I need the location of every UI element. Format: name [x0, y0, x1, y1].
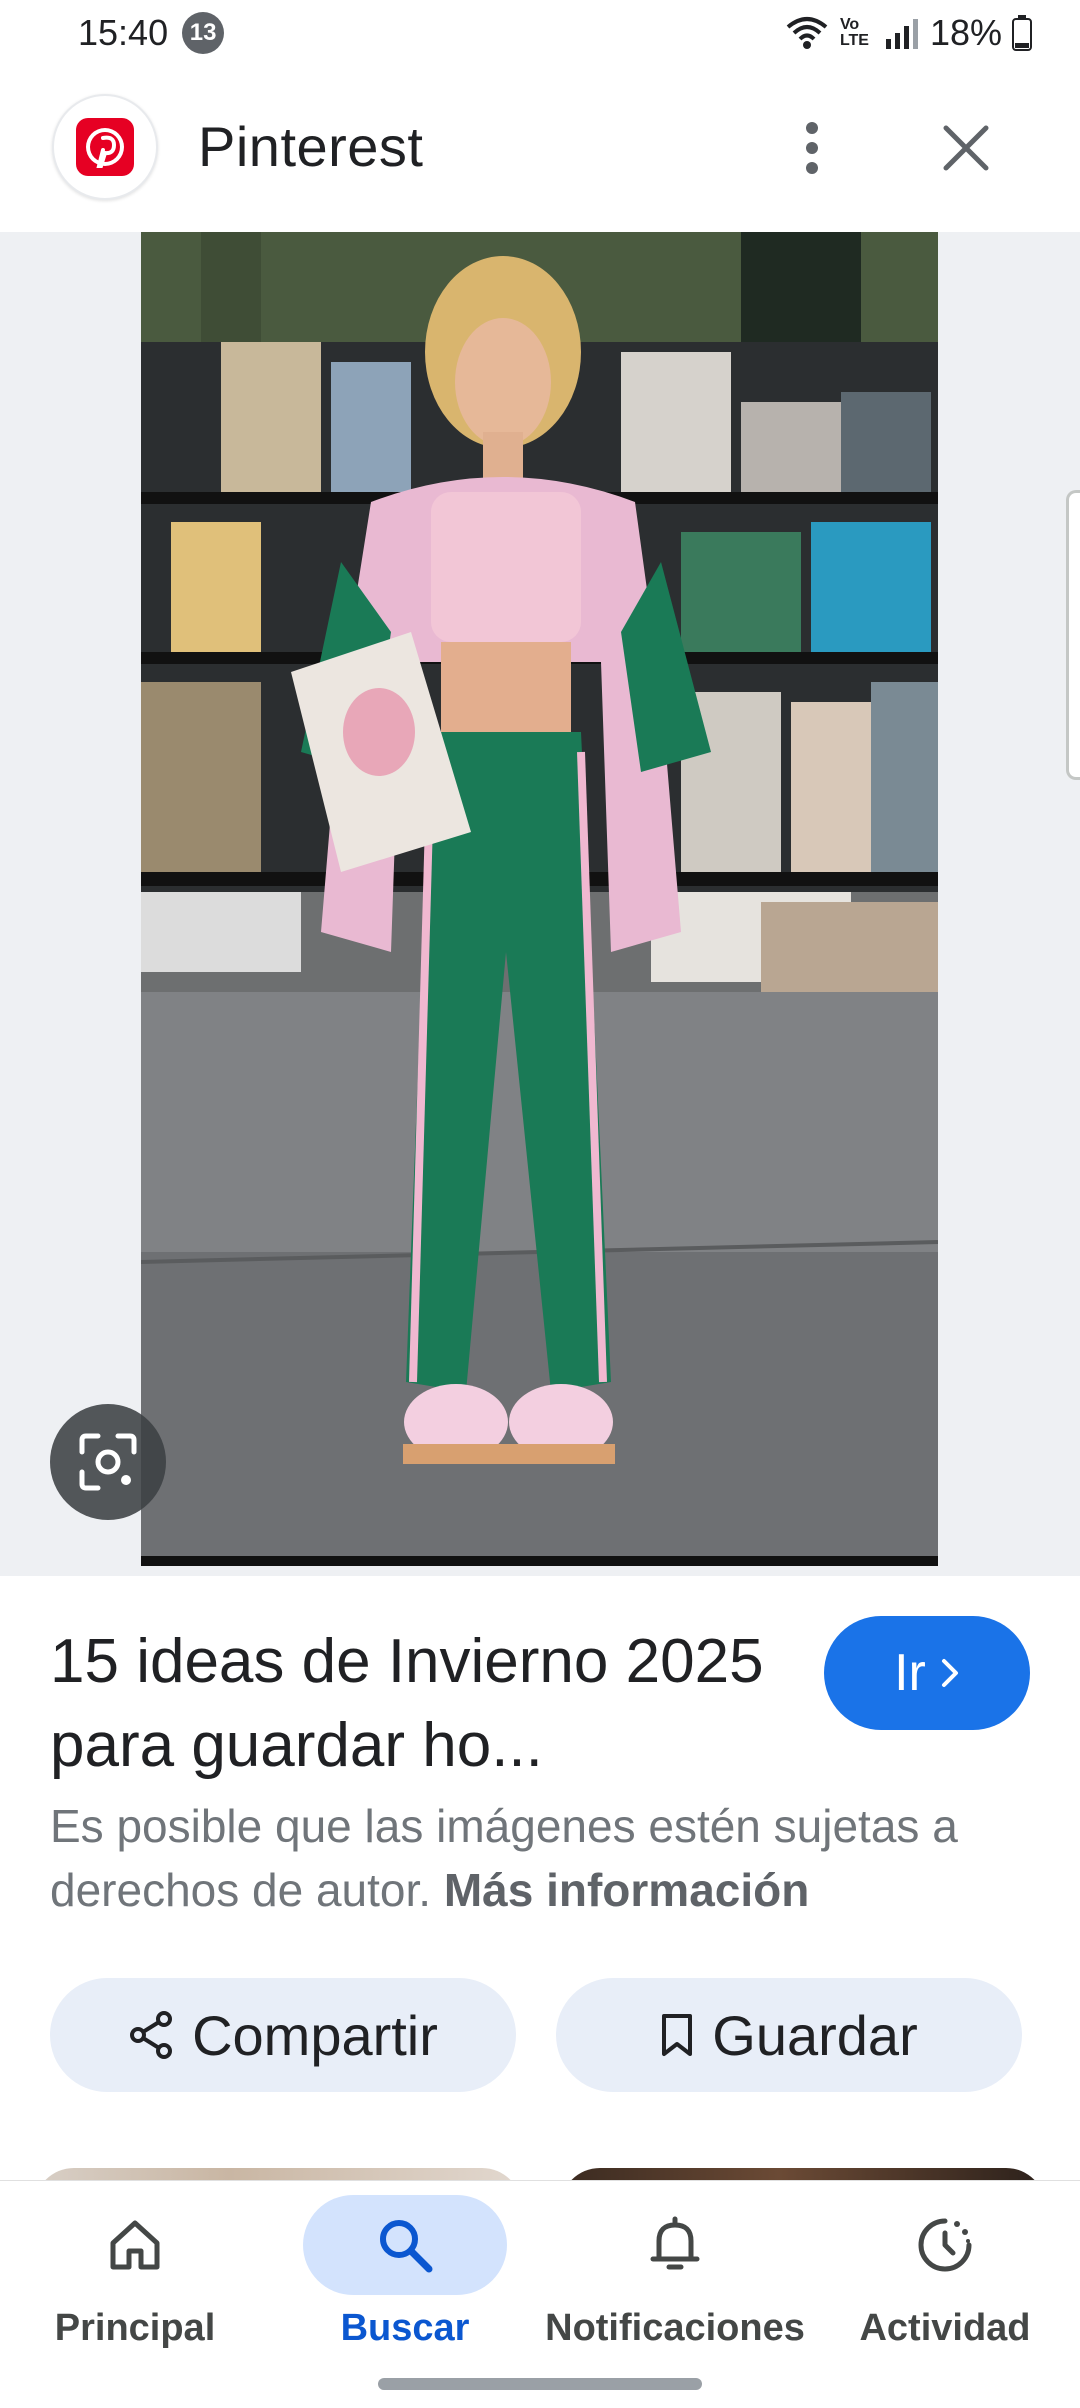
close-button[interactable]: [928, 110, 1004, 186]
google-lens-icon: [79, 1433, 137, 1491]
status-bar: 15:40 13 Vo LTE 18%: [0, 0, 1080, 66]
side-scroll-handle[interactable]: [1066, 490, 1080, 780]
more-vert-icon: [806, 122, 818, 174]
share-label: Compartir: [192, 2003, 438, 2067]
nav-item-actividad[interactable]: Actividad: [810, 2181, 1080, 2381]
google-lens-button[interactable]: [50, 1404, 166, 1520]
nav-item-principal[interactable]: Principal: [0, 2181, 270, 2381]
nav-label: Principal: [54, 2307, 216, 2349]
battery-icon: [1012, 15, 1032, 51]
home-indicator[interactable]: [378, 2378, 702, 2390]
page-title: Pinterest: [198, 115, 424, 178]
nav-item-buscar[interactable]: Buscar: [270, 2181, 540, 2381]
copyright-notice: Es posible que las imágenes estén sujeta…: [50, 1794, 1050, 1922]
nav-icon-container: [573, 2195, 777, 2295]
nav-label: Actividad: [859, 2307, 1031, 2349]
battery-percent: 18%: [929, 12, 1002, 53]
go-button-label: Ir: [894, 1644, 926, 1702]
share-button[interactable]: Compartir: [50, 1978, 516, 2092]
photo-illustration: [141, 232, 938, 1556]
home-icon: [110, 2220, 160, 2270]
visit-go-button[interactable]: Ir: [824, 1616, 1030, 1730]
search-icon: [380, 2220, 433, 2273]
save-button[interactable]: Guardar: [556, 1978, 1022, 2092]
nav-label: Notificaciones: [545, 2307, 805, 2349]
notification-count-badge: 13: [182, 12, 225, 54]
nav-label: Buscar: [340, 2307, 470, 2349]
share-icon: [130, 2011, 173, 2059]
clock: 15:40: [78, 12, 169, 53]
signal-icon: [884, 17, 920, 49]
activity-icon: [918, 2218, 972, 2272]
volte-label: Vo LTE: [839, 16, 869, 49]
more-options-button[interactable]: [782, 110, 842, 186]
nav-icon-container: [33, 2195, 237, 2295]
bookmark-icon: [662, 2014, 693, 2056]
chevron-right-icon: [941, 1659, 958, 1687]
pinterest-logo-icon: [52, 94, 158, 200]
bottom-navigation: Principal Buscar Notificaciones Activida…: [0, 2180, 1080, 2408]
image-preview-area: [0, 232, 1080, 1576]
status-left: 15:40 13: [78, 12, 225, 54]
app-header: Pinterest: [0, 88, 1080, 208]
wifi-icon: [784, 15, 830, 51]
result-photo[interactable]: [141, 232, 938, 1566]
close-icon: [943, 125, 989, 171]
nav-icon-container: [303, 2195, 507, 2295]
bell-icon: [650, 2216, 700, 2270]
nav-item-notificaciones[interactable]: Notificaciones: [540, 2181, 810, 2381]
result-title[interactable]: 15 ideas de Invierno 2025 para guardar h…: [50, 1620, 790, 1788]
nav-icon-container: [843, 2195, 1047, 2295]
more-info-link[interactable]: Más información: [444, 1864, 810, 1916]
save-label: Guardar: [712, 2003, 918, 2067]
status-right: Vo LTE 18%: [784, 12, 1032, 54]
